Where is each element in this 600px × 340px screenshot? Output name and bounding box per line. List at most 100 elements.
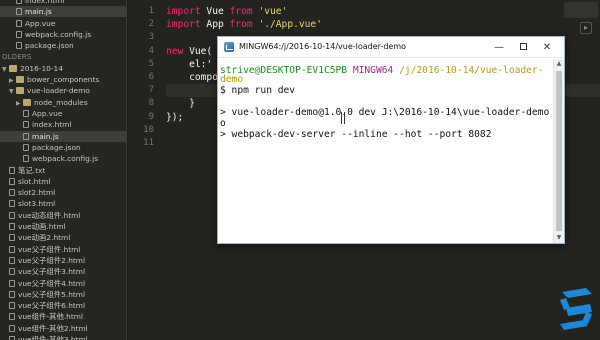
- chevron-down-icon[interactable]: ▼: [9, 86, 16, 96]
- line-number: 8: [148, 98, 154, 109]
- code-line[interactable]: new Vue(: [166, 45, 212, 58]
- scroll-down-icon[interactable]: ▼: [554, 233, 564, 243]
- sidebar-file[interactable]: package.json: [0, 142, 126, 153]
- sidebar-file[interactable]: slot2.html: [0, 187, 126, 198]
- sidebar-item-label: 笔记.txt: [18, 165, 46, 175]
- code-line[interactable]: compo: [166, 71, 218, 84]
- file-icon: [16, 8, 22, 16]
- sidebar-folder[interactable]: ▼ 2016-10-14: [0, 63, 126, 74]
- file-icon: [23, 121, 29, 129]
- line-number: 10: [143, 124, 154, 135]
- sidebar-file[interactable]: vue动画2.html: [0, 232, 126, 243]
- file-icon: [9, 256, 15, 264]
- terminal-prompt-line: strive@DESKTOP-EV1C5PB MINGW64 /j/2016-1…: [220, 65, 543, 76]
- code-text: Vue(: [183, 45, 213, 57]
- chevron-right-icon[interactable]: ▶: [9, 75, 16, 85]
- sidebar-file[interactable]: 笔记.txt: [0, 165, 126, 176]
- sidebar-file[interactable]: slot3.html: [0, 198, 126, 209]
- sidebar-file[interactable]: webpack.config.js: [0, 29, 126, 40]
- sidebar-item-label: slot.html: [18, 176, 51, 186]
- sidebar-file[interactable]: index.html: [0, 119, 126, 130]
- folder-icon: [16, 76, 24, 84]
- sidebar-item-label: package.json: [25, 41, 74, 51]
- sidebar-section-header[interactable]: OLDERS: [0, 52, 126, 63]
- sidebar-item-label: vue父子组件.html: [18, 244, 81, 254]
- prompt-host: MINGW64: [352, 65, 394, 76]
- file-tree-sidebar[interactable]: index.html main.js App.vue webpack.config.j…: [0, 0, 127, 340]
- sidebar-file[interactable]: vue父子组件4.html: [0, 278, 126, 289]
- sidebar-file[interactable]: slot.html: [0, 176, 126, 187]
- sidebar-item-label: main.js: [25, 7, 52, 17]
- file-icon: [9, 177, 15, 185]
- line-number: 5: [148, 58, 154, 69]
- sidebar-item-label: slot3.html: [18, 199, 56, 209]
- sidebar-file[interactable]: vue父子组件2.html: [0, 255, 126, 266]
- sidebar-item-label: package.json: [32, 142, 81, 152]
- sidebar-item-label: vue动画.html: [18, 222, 66, 231]
- code-string: 'vue': [258, 6, 288, 17]
- code-line[interactable]: });: [166, 111, 183, 124]
- sidebar-item-label: vue-loader-demo: [27, 86, 90, 96]
- sidebar-folder[interactable]: ▶ node_modules: [0, 97, 126, 108]
- file-icon: [9, 336, 15, 340]
- terminal-prompt-wrap: demo: [220, 74, 243, 85]
- scroll-up-icon[interactable]: ▲: [554, 59, 564, 69]
- terminal-window[interactable]: MINGW64:/j/2016-10-14/vue-loader-demo — …: [217, 36, 565, 244]
- sidebar-file[interactable]: index.html: [0, 0, 126, 6]
- code-keyword: import: [166, 6, 201, 17]
- sidebar-item-label: vue父子组件4.html: [18, 278, 86, 288]
- minimize-button[interactable]: —: [488, 39, 510, 56]
- brand-logo-icon: [560, 288, 592, 330]
- code-line[interactable]: import App from './App.vue': [166, 18, 322, 31]
- sidebar-file[interactable]: package.json: [0, 40, 126, 51]
- sidebar-file[interactable]: vue父子组件.html: [0, 244, 126, 255]
- sidebar-file[interactable]: App.vue: [0, 108, 126, 119]
- chevron-right-icon[interactable]: ▶: [16, 98, 23, 108]
- sidebar-file[interactable]: vue父子组件6.html: [0, 300, 126, 311]
- sidebar-file[interactable]: App.vue: [0, 18, 126, 29]
- sidebar-file[interactable]: webpack.config.js: [0, 153, 126, 164]
- sidebar-item-label: slot2.html: [18, 188, 56, 198]
- line-number: 9: [148, 111, 154, 122]
- prompt-path-wrap: demo: [220, 74, 244, 85]
- sidebar-item-label: vue组件-其他3.html: [18, 335, 88, 340]
- mingw-terminal-icon: [224, 42, 234, 52]
- file-icon: [9, 279, 15, 287]
- sidebar-item-label: main.js: [32, 131, 59, 141]
- file-icon: [23, 132, 29, 140]
- sidebar-file[interactable]: vue父子组件5.html: [0, 289, 126, 300]
- close-button[interactable]: ✕: [536, 39, 558, 56]
- file-icon: [9, 200, 15, 208]
- sidebar-file[interactable]: vue动态组件.html: [0, 210, 126, 221]
- sidebar-item-label: App.vue: [25, 18, 56, 28]
- terminal-scrollbar[interactable]: ▲ ▼: [553, 59, 564, 243]
- terminal-titlebar[interactable]: MINGW64:/j/2016-10-14/vue-loader-demo — …: [218, 37, 564, 58]
- sidebar-file[interactable]: main.js: [0, 130, 126, 142]
- line-number: 3: [148, 32, 154, 43]
- sidebar-file[interactable]: vue组件-其他2.html: [0, 323, 126, 334]
- sidebar-item-label: vue组件-其他2.html: [18, 323, 88, 333]
- chevron-down-icon[interactable]: ▼: [2, 64, 9, 74]
- code-line[interactable]: import Vue from 'vue': [166, 5, 287, 18]
- sidebar-item-label: node_modules: [34, 97, 88, 107]
- code-text: Vue: [200, 6, 230, 17]
- sidebar-file[interactable]: vue动画.html: [0, 221, 126, 232]
- scrollbar-thumb[interactable]: [556, 71, 562, 231]
- sidebar-item-label: vue父子组件5.html: [18, 289, 86, 299]
- sidebar-file[interactable]: main.js: [0, 6, 126, 18]
- code-text: }: [166, 98, 195, 110]
- code-line[interactable]: el:': [166, 58, 212, 71]
- code-line[interactable]: }: [166, 97, 195, 110]
- sidebar-file[interactable]: vue父子组件3.html: [0, 266, 126, 277]
- sidebar-item-label: vue组件-其他.html: [18, 312, 84, 322]
- sidebar-file[interactable]: vue组件-其他.html: [0, 311, 126, 322]
- terminal-output[interactable]: strive@DESKTOP-EV1C5PB MINGW64 /j/2016-1…: [218, 59, 554, 243]
- terminal-output-line: > webpack-dev-server --inline --hot --po…: [220, 129, 492, 140]
- sidebar-file[interactable]: vue组件-其他3.html: [0, 334, 126, 340]
- code-keyword: from: [229, 6, 253, 17]
- sidebar-folder[interactable]: ▼ vue-loader-demo: [0, 85, 126, 96]
- code-text: App: [200, 19, 230, 31]
- sidebar-folder[interactable]: ▶ bower_components: [0, 74, 126, 85]
- maximize-button[interactable]: [512, 39, 534, 56]
- sidebar-item-label: vue动态组件.html: [18, 210, 81, 220]
